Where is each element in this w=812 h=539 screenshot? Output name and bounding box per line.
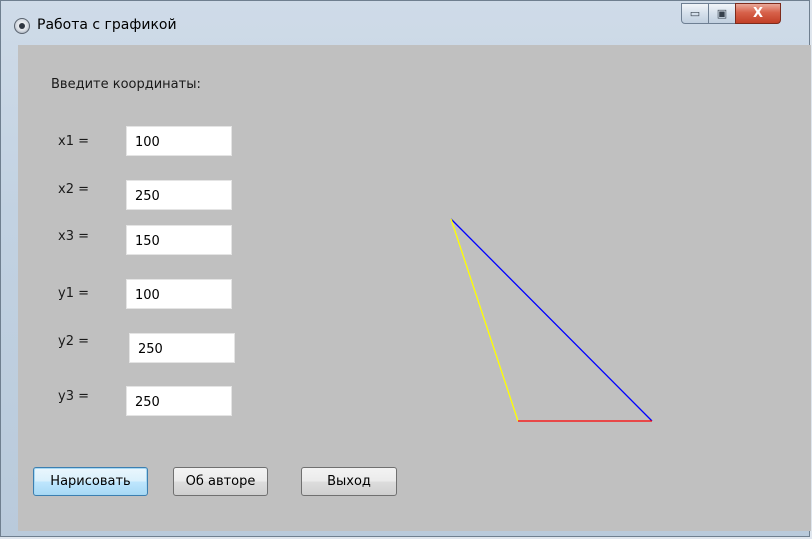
minimize-button[interactable]: ▭ (681, 3, 709, 24)
client-area: Введите координаты: x1 = 100 x2 = 250 x3… (18, 45, 811, 531)
window-title: Работа с графикой (37, 17, 177, 33)
about-author-button-label: Об авторе (185, 474, 256, 489)
maximize-icon: ▣ (716, 7, 728, 20)
yellow-line (450, 218, 519, 422)
drawing-canvas (450, 218, 653, 422)
minimize-icon: ▭ (689, 7, 701, 20)
maximize-button[interactable]: ▣ (708, 3, 736, 24)
blue-line (450, 218, 653, 422)
close-icon: X (752, 6, 764, 21)
app-icon (14, 18, 30, 34)
draw-button[interactable]: Нарисовать (33, 467, 148, 496)
title-bar[interactable]: Работа с графикой ▭ ▣ X (1, 1, 809, 41)
exit-button-label: Выход (327, 474, 371, 489)
exit-button[interactable]: Выход (301, 467, 397, 496)
draw-button-label: Нарисовать (50, 474, 131, 489)
app-window: Работа с графикой ▭ ▣ X Введите координа… (0, 0, 811, 537)
about-author-button[interactable]: Об авторе (173, 467, 268, 496)
close-button[interactable]: X (735, 3, 781, 24)
